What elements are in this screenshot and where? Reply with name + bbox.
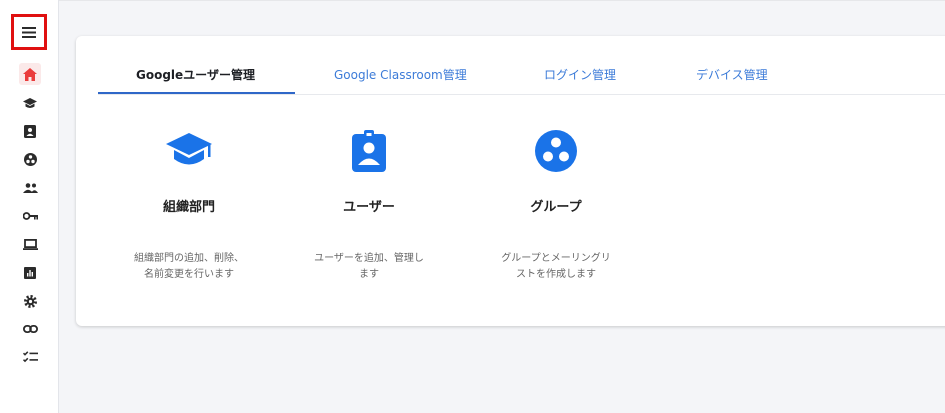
tile-title: グループ <box>530 200 582 215</box>
sidebar-item-home[interactable] <box>19 63 41 85</box>
admin-card: Googleユーザー管理 Google Classroom管理 ログイン管理 デ… <box>76 36 945 326</box>
school-icon <box>23 97 37 108</box>
sidebar-item-login[interactable] <box>19 205 41 227</box>
tile-description: 組織部門の追加、削除、 名前変更を行います <box>134 253 244 280</box>
tile-description: グループとメーリングリ ストを作成します <box>501 253 611 280</box>
groups-icon <box>535 130 577 172</box>
tile-description: ユーザーを追加、管理し ます <box>314 253 424 280</box>
badge-icon <box>24 124 36 138</box>
sidebar-item-groups[interactable] <box>19 148 41 170</box>
sidebar-item-org-units[interactable] <box>19 92 41 114</box>
tab-login[interactable]: ログイン管理 <box>544 66 616 83</box>
badge-icon <box>352 130 386 172</box>
top-border <box>0 0 945 1</box>
tab-bar: Googleユーザー管理 Google Classroom管理 ログイン管理 デ… <box>98 36 945 95</box>
users-tile[interactable]: ユーザー ユーザーを追加、管理し ます <box>294 130 444 283</box>
tab-google-classroom[interactable]: Google Classroom管理 <box>334 66 467 83</box>
menu-button[interactable] <box>11 14 47 50</box>
org-units-tile[interactable]: 組織部門 組織部門の追加、削除、 名前変更を行います <box>114 131 264 283</box>
sidebar-item-reports[interactable] <box>19 262 41 284</box>
sidebar-item-users[interactable] <box>19 120 41 142</box>
laptop-icon <box>22 238 38 250</box>
home-icon <box>23 67 37 81</box>
settings-icon <box>23 294 37 308</box>
sidebar-item-settings[interactable] <box>19 290 41 312</box>
link-icon <box>22 325 38 333</box>
tile-title: ユーザー <box>343 200 395 215</box>
tab-google-users[interactable]: Googleユーザー管理 <box>136 66 255 83</box>
school-icon <box>166 133 212 165</box>
sidebar-item-devices[interactable] <box>19 233 41 255</box>
people-icon <box>22 183 38 193</box>
key-icon <box>22 212 38 220</box>
sidebar-item-link[interactable] <box>19 318 41 340</box>
sidebar <box>0 0 59 413</box>
checklist-icon <box>22 351 38 363</box>
active-tab-indicator <box>98 92 295 94</box>
groups-tile[interactable]: グループ グループとメーリングリ ストを作成します <box>481 130 631 283</box>
sidebar-item-checklist[interactable] <box>19 346 41 368</box>
hamburger-menu-icon <box>22 26 36 38</box>
tile-title: 組織部門 <box>162 200 215 215</box>
tab-devices[interactable]: デバイス管理 <box>696 66 768 83</box>
sidebar-item-people[interactable] <box>19 177 41 199</box>
report-icon <box>24 267 36 279</box>
groups-icon <box>23 152 37 166</box>
